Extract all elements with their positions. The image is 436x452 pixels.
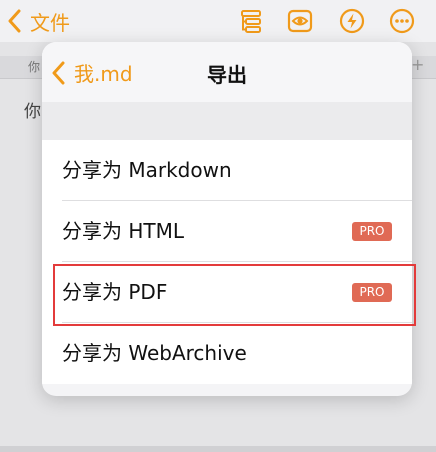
share-html-item[interactable]: 分享为 HTML PRO xyxy=(42,201,412,262)
back-label: 文件 xyxy=(30,10,70,35)
chevron-left-icon xyxy=(8,9,21,33)
export-popover: 我.md 导出 分享为 Markdown 分享为 HTML PRO 分享为 PD… xyxy=(42,42,412,396)
back-button[interactable]: 文件 xyxy=(8,7,70,35)
popover-section-spacer xyxy=(42,102,412,140)
pro-badge: PRO xyxy=(352,222,392,241)
menu-item-label: 分享为 WebArchive xyxy=(62,341,247,365)
menu-item-label: 分享为 Markdown xyxy=(62,158,232,182)
popover-header: 我.md 导出 xyxy=(42,42,412,102)
menu-item-label: 分享为 PDF xyxy=(62,280,168,304)
add-tab-button[interactable]: + xyxy=(411,55,424,74)
top-bar: 文件 xyxy=(0,0,436,42)
share-markdown-item[interactable]: 分享为 Markdown xyxy=(42,140,412,201)
share-webarchive-item[interactable]: 分享为 WebArchive xyxy=(42,323,412,384)
preview-eye-icon[interactable] xyxy=(287,8,313,34)
editor-body-text[interactable]: 你 xyxy=(24,97,41,122)
tab-title[interactable]: 你 xyxy=(28,58,40,75)
share-pdf-item[interactable]: 分享为 PDF PRO xyxy=(42,262,412,323)
lightning-icon[interactable] xyxy=(339,8,365,34)
export-menu: 分享为 Markdown 分享为 HTML PRO 分享为 PDF PRO 分享… xyxy=(42,140,412,384)
popover-title: 导出 xyxy=(207,63,247,87)
more-icon[interactable] xyxy=(389,8,415,34)
menu-item-label: 分享为 HTML xyxy=(62,219,185,243)
pro-badge: PRO xyxy=(352,283,392,302)
bottom-edge xyxy=(0,446,436,452)
outline-icon[interactable] xyxy=(238,8,264,34)
